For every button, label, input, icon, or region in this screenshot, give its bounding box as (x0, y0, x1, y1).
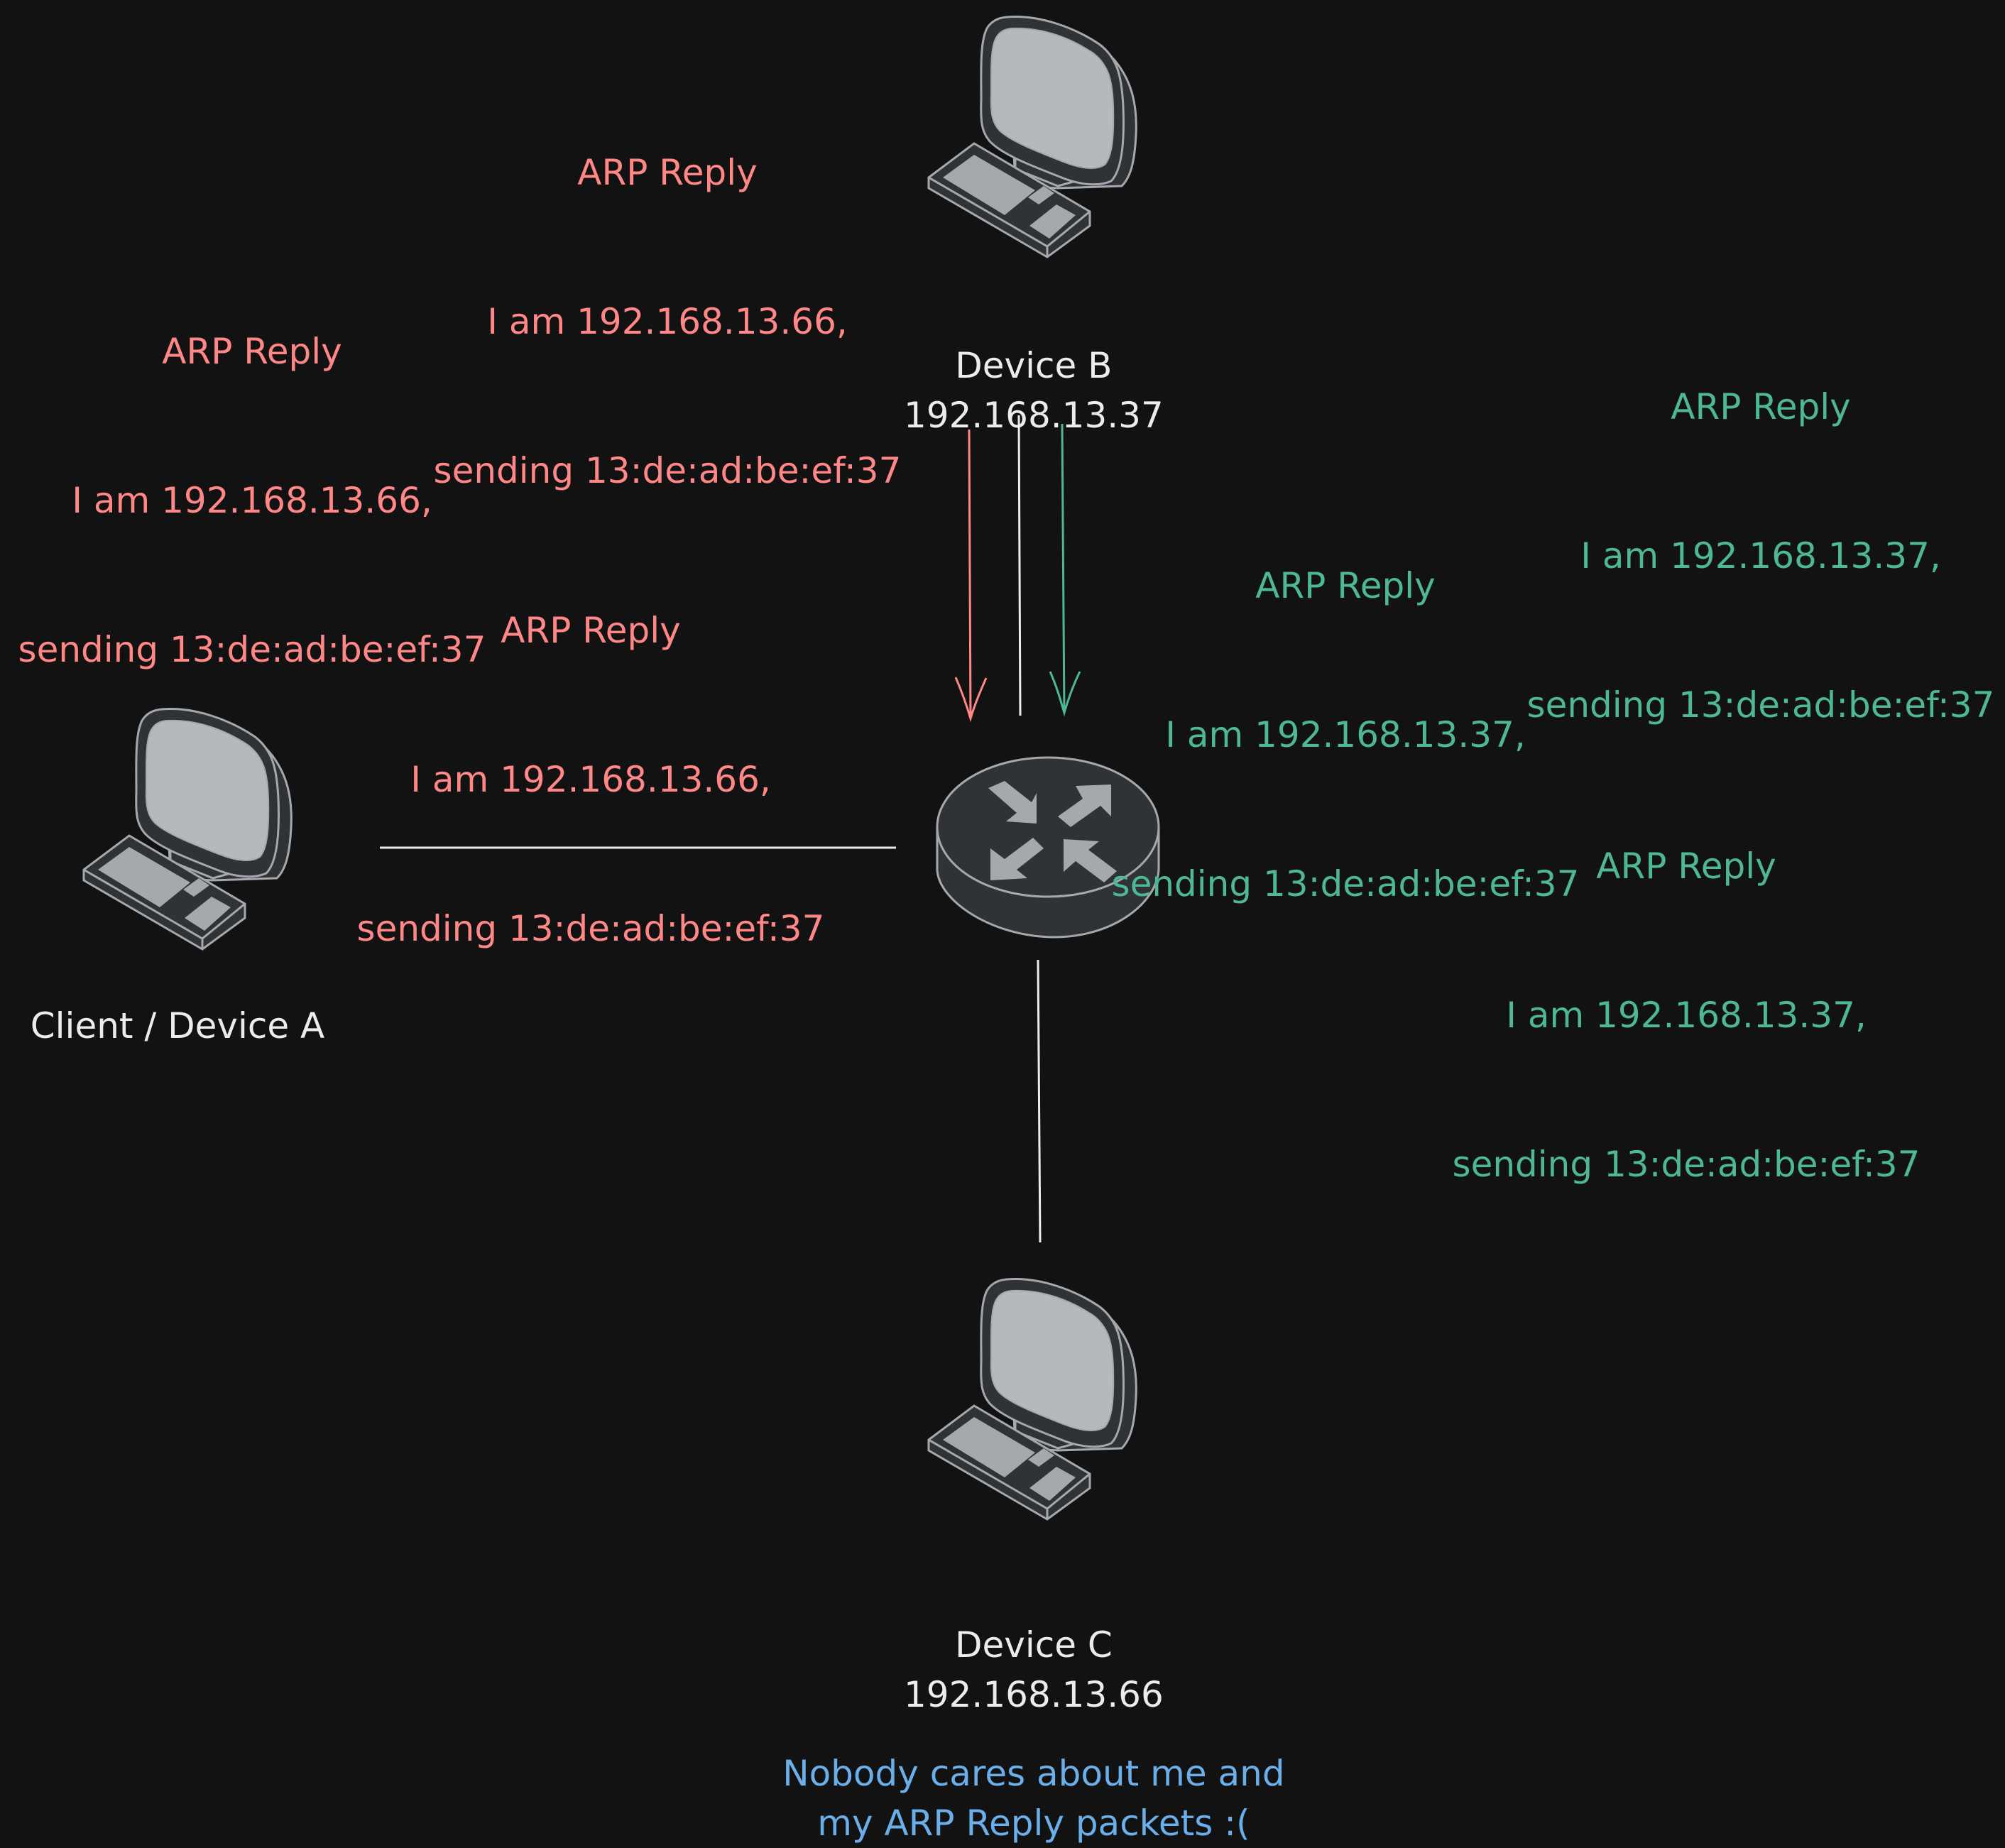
device-b-computer-icon[interactable] (927, 15, 1137, 258)
device-c-name: Device C (954, 1624, 1113, 1666)
spoofed-reply-note: ARP Reply I am 192.168.13.66, sending 13… (342, 506, 839, 1003)
reply-line-2: sending 13:de:ad:be:ef:37 (1452, 1144, 1921, 1185)
link-router-device-c (1037, 959, 1042, 1243)
legit-reply-arrow (1049, 423, 1081, 717)
device-b-name: Device B (955, 345, 1113, 386)
device-c-comment: Nobody cares about me and my ARP Reply p… (703, 1699, 1342, 1848)
legit-reply-note: ARP Reply I am 192.168.13.37, sending 13… (1438, 742, 1935, 1239)
reply-title: ARP Reply (1671, 386, 1851, 427)
reply-title: ARP Reply (501, 610, 681, 651)
device-a-label: Client / Device A (30, 1005, 325, 1046)
reply-line-1: I am 192.168.13.37, (1506, 995, 1867, 1036)
device-b-label: Device B 192.168.13.37 (880, 291, 1164, 440)
reply-title: ARP Reply (162, 331, 342, 372)
reply-title: ARP Reply (1596, 846, 1776, 887)
device-c-computer-icon[interactable] (927, 1277, 1137, 1521)
reply-line-1: I am 192.168.13.66, (410, 759, 771, 800)
comment-line-2: my ARP Reply packets :( (817, 1803, 1250, 1844)
link-device-b-router (1017, 415, 1022, 716)
spoofed-reply-arrow (954, 429, 988, 723)
reply-line-2: sending 13:de:ad:be:ef:37 (356, 908, 825, 949)
device-c-label: Device C 192.168.13.66 (880, 1570, 1164, 1719)
device-b-ip: 192.168.13.37 (904, 395, 1164, 436)
reply-title: ARP Reply (1255, 565, 1436, 606)
device-a-computer-icon[interactable] (82, 707, 293, 951)
reply-title: ARP Reply (577, 152, 758, 193)
comment-line-1: Nobody cares about me and (782, 1753, 1285, 1794)
